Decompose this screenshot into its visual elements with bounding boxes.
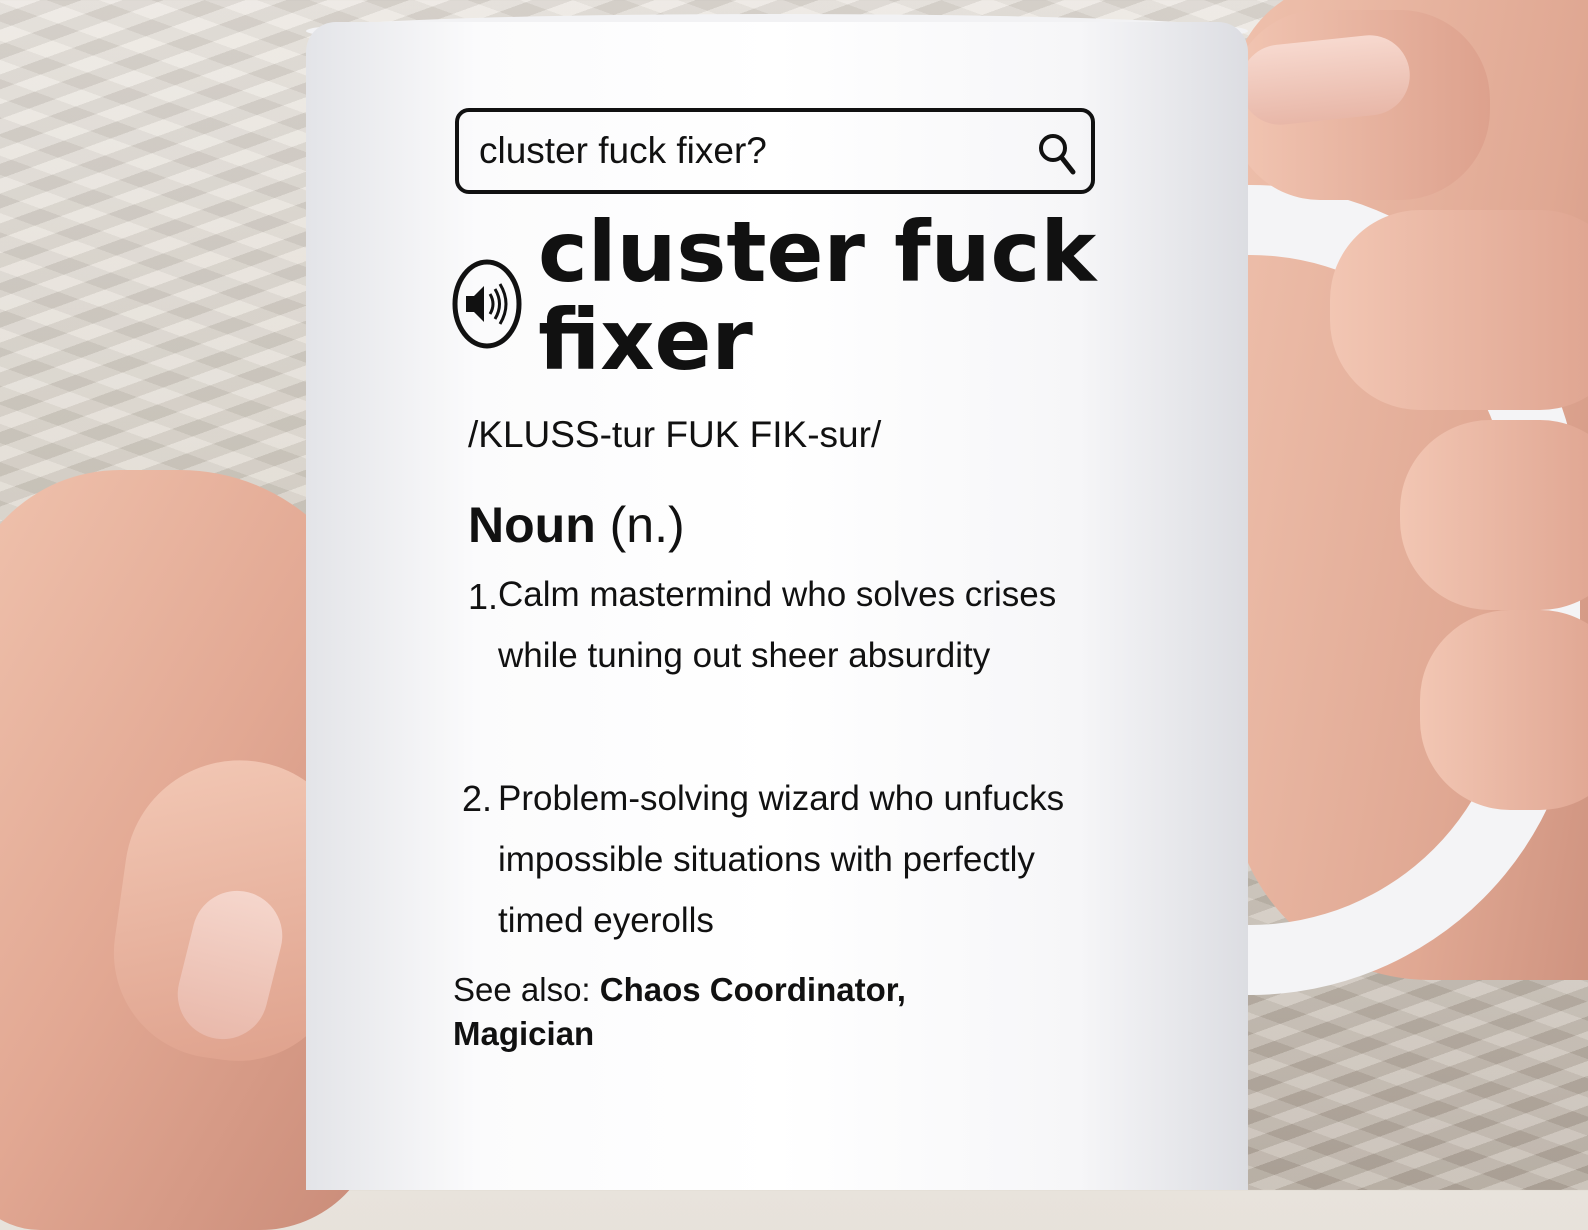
definition-2-text: Problem-solving wizard who unfucks impos…: [498, 779, 1065, 940]
right-finger-3: [1420, 610, 1588, 810]
definition-1-number: 1.: [468, 576, 499, 617]
pronunciation: /KLUSS-tur FUK FIK-sur/: [468, 414, 882, 455]
speaker-icon: [452, 259, 522, 349]
search-query: cluster fuck fixer?: [479, 130, 767, 171]
search-icon: [1039, 134, 1076, 175]
part-of-speech-abbrev: (n.): [609, 497, 685, 553]
definition-1-text: Calm mastermind who solves crises while …: [498, 575, 1057, 675]
search-bar: cluster fuck fixer?: [455, 108, 1095, 194]
see-also: See also: Chaos Coordinator, Magician: [453, 968, 1053, 1056]
definition-2-number: 2.: [462, 778, 493, 819]
part-of-speech: Noun (n.): [468, 496, 685, 554]
part-of-speech-word: Noun: [468, 497, 596, 553]
right-finger-2: [1400, 420, 1588, 610]
entry-title: cluster fuck fixer: [538, 203, 1097, 389]
see-also-label: See also:: [453, 971, 591, 1008]
right-finger-1: [1330, 210, 1588, 410]
